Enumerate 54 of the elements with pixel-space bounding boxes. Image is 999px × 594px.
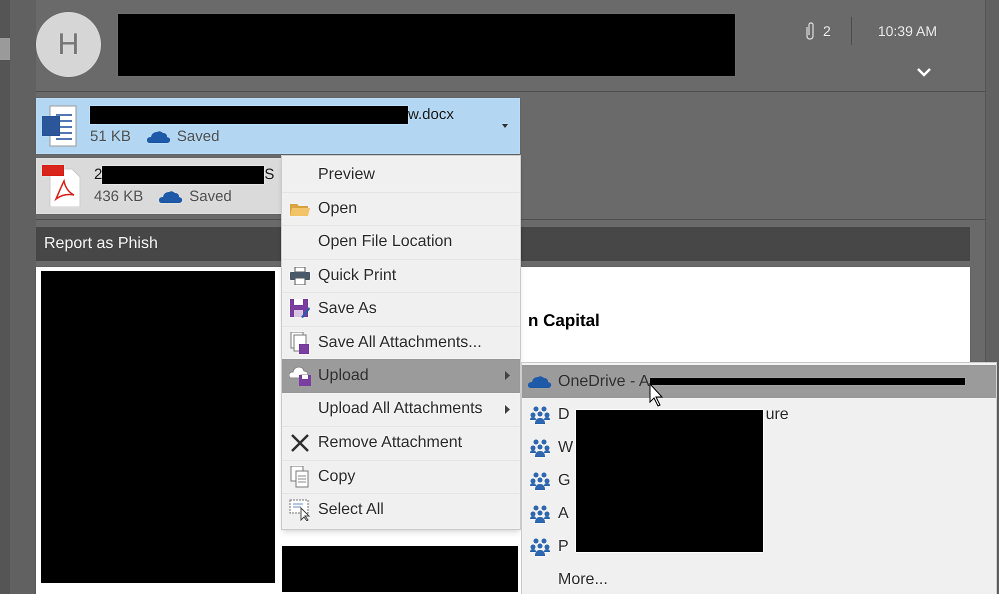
submenu-item[interactable]: P [522,530,996,563]
paperclip-icon [806,22,814,40]
avatar: H [36,12,101,77]
submenu-arrow-icon [505,371,510,380]
file-name-end: S [264,164,274,184]
menu-item[interactable]: Open [282,192,520,225]
menu-item[interactable]: Save As [282,292,520,326]
submenu-item[interactable]: A [522,497,996,530]
submenu-item[interactable]: OneDrive - A [522,365,996,398]
scroll-bar[interactable] [0,0,10,594]
submenu-arrow-icon [505,404,510,414]
menu-item[interactable]: Upload [282,359,520,392]
save-icon [290,299,310,320]
menu-item[interactable]: Open File Location [282,225,520,258]
cloud-icon [146,130,171,144]
menu-item[interactable]: Copy [282,460,520,493]
word-document-icon [42,105,78,147]
select-all-icon [289,499,311,522]
dropdown-caret-icon[interactable] [502,124,508,128]
bold-body-text: n Capital [528,310,600,331]
attachment-count: 2 [823,22,831,40]
close-icon [290,433,310,454]
people-icon [530,438,550,456]
menu-item[interactable]: Quick Print [282,258,520,292]
people-icon [530,472,550,490]
submenu-item[interactable]: G [522,464,996,497]
submenu-item[interactable]: D ure [522,398,996,431]
file-name-start: 2 [94,164,102,184]
menu-item[interactable]: Upload All Attachments [282,392,520,426]
save-all-icon [290,332,310,354]
printer-icon [290,266,310,285]
people-icon [530,406,550,424]
cloud-upload-icon [289,366,311,386]
menu-item[interactable]: Remove Attachment [282,426,520,460]
file-size: 51 KB [90,126,131,147]
cloud-icon [159,190,184,204]
submenu-item[interactable]: W [522,431,996,464]
mouse-cursor-icon [649,383,665,407]
chevron-down-icon[interactable] [917,67,931,77]
attachment-card[interactable]: w.docx 51 KB Saved [36,98,520,154]
file-name-end: w.docx [408,104,454,124]
menu-item[interactable]: Select All [282,493,520,526]
copy-icon [290,466,310,488]
pdf-document-icon [42,165,82,207]
menu-item[interactable]: Preview [282,158,520,192]
file-size: 436 KB [94,186,144,207]
people-icon [530,504,550,522]
submenu-item[interactable]: More... [522,563,996,594]
submenu-label-end: ure [766,404,789,424]
people-icon [530,538,550,556]
save-status: Saved [189,186,232,207]
save-status: Saved [176,126,220,147]
cloud-icon [528,374,552,388]
received-time: 10:39 AM [878,22,937,40]
